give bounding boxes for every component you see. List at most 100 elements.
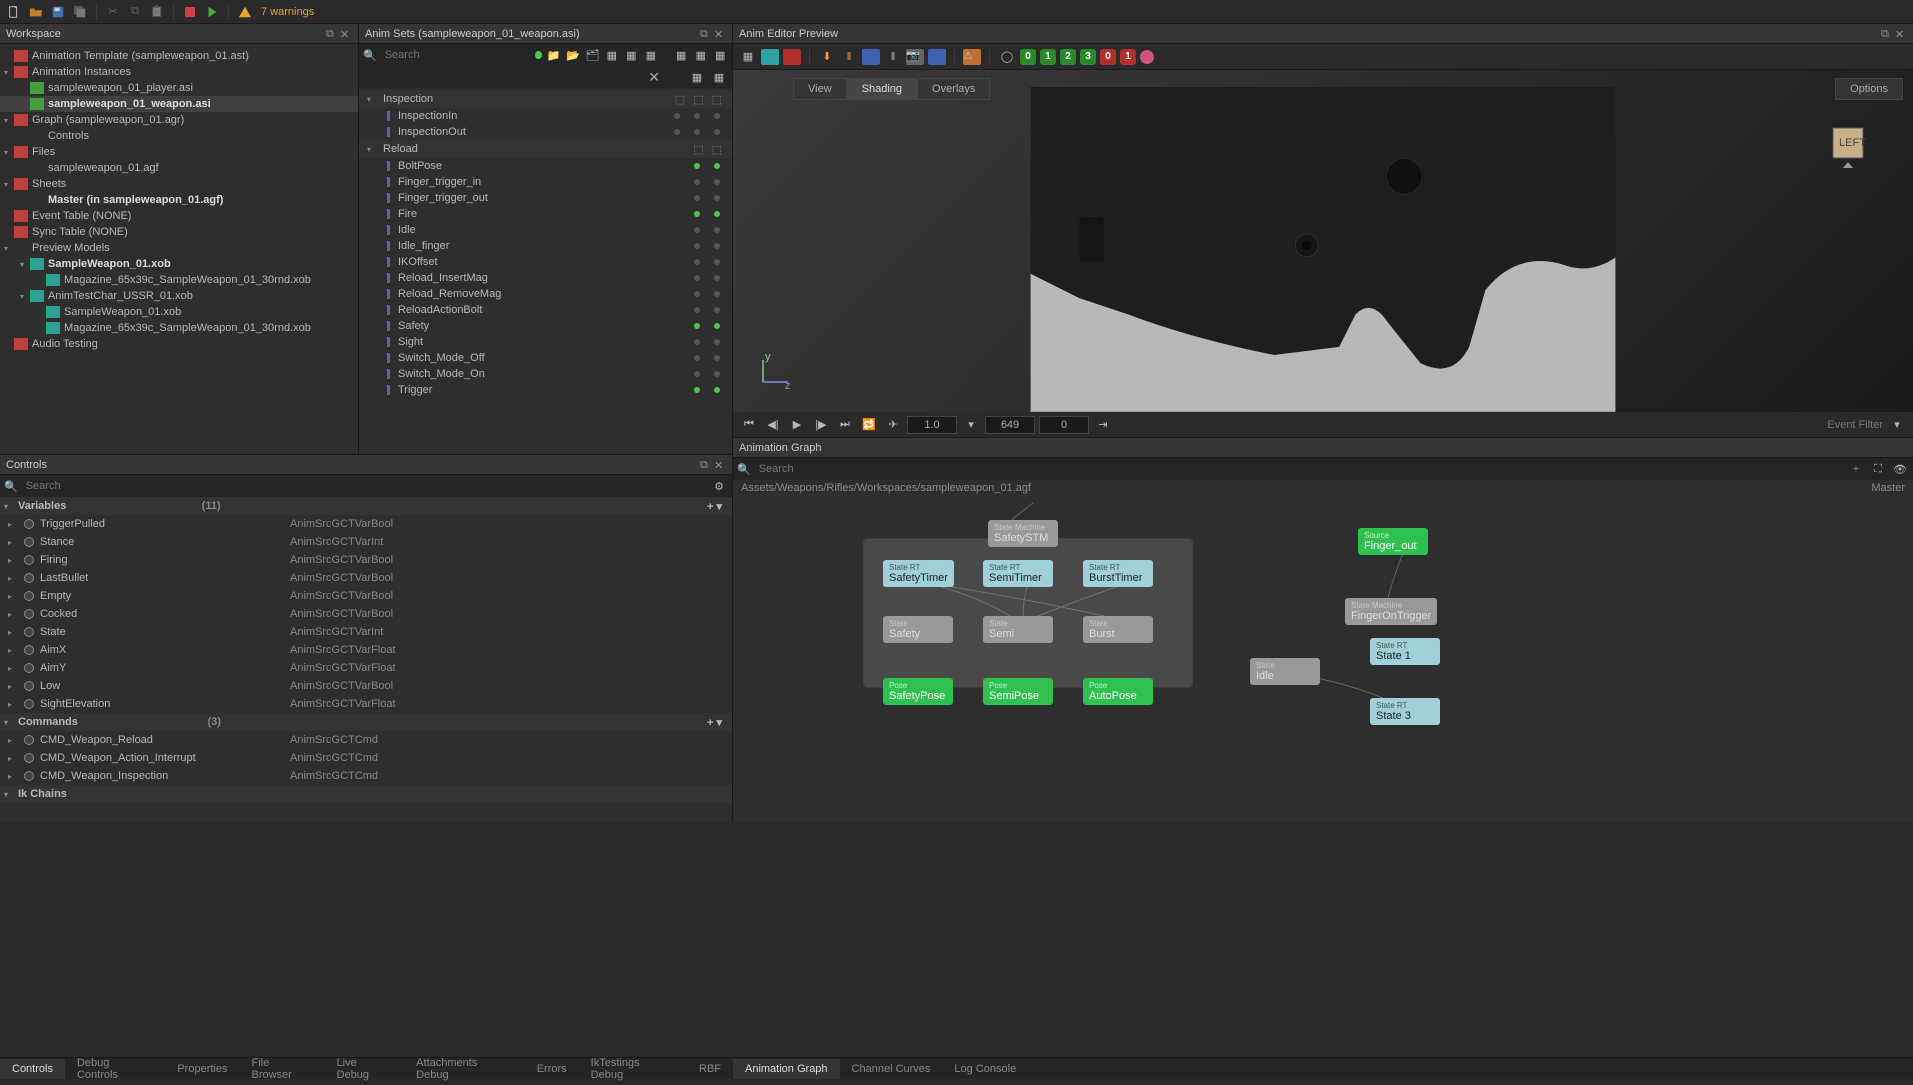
total-frames-field[interactable] xyxy=(985,416,1035,434)
undock-icon[interactable]: ⧉ xyxy=(700,459,712,471)
tree-item[interactable]: Sync Table (NONE) xyxy=(0,224,358,240)
node-rt-burst[interactable]: State RTBurstTimer xyxy=(1083,560,1153,587)
anim-item[interactable]: Idle_finger xyxy=(359,238,732,254)
warning-triangle-icon[interactable]: ⚠ xyxy=(963,49,981,65)
node-sm-finger[interactable]: State MachineFingerOnTrigger xyxy=(1345,598,1437,625)
tree-item[interactable]: Event Table (NONE) xyxy=(0,208,358,224)
view-cube[interactable]: LEFT xyxy=(1823,120,1873,170)
filter-dropdown-icon[interactable]: ▾ xyxy=(1887,416,1907,434)
bottom-tab[interactable]: IkTestings Debug xyxy=(579,1053,687,1085)
bottom-tab[interactable]: Log Console xyxy=(942,1059,1028,1079)
open-folder-icon[interactable] xyxy=(26,3,46,21)
anim-item[interactable]: Finger_trigger_out xyxy=(359,190,732,206)
event-filter-label[interactable]: Event Filter xyxy=(1827,419,1883,431)
variable-row[interactable]: ▸TriggerPulledAnimSrcGCTVarBool xyxy=(0,515,732,533)
tree-item[interactable]: ▾Preview Models xyxy=(0,240,358,256)
node-pose-auto[interactable]: PoseAutoPose xyxy=(1083,678,1153,705)
pause-icon[interactable]: ‖ xyxy=(884,48,902,66)
anim-group-header[interactable]: ▾Inspection⬚⬚⬚ xyxy=(359,90,732,108)
anim-item[interactable]: Sight xyxy=(359,334,732,350)
tree-item[interactable]: sampleweapon_01.agf xyxy=(0,160,358,176)
tree-item[interactable]: ▾Files xyxy=(0,144,358,160)
grid-5-icon[interactable]: ▦ xyxy=(693,46,709,64)
grid-3-icon[interactable]: ▦ xyxy=(643,46,659,64)
send-icon[interactable]: ✈ xyxy=(883,416,903,434)
bottom-tab[interactable]: Controls xyxy=(0,1059,65,1079)
save-all-icon[interactable] xyxy=(70,3,90,21)
close-icon[interactable]: ✕ xyxy=(714,28,726,40)
tree-item[interactable]: Animation Template (sampleweapon_01.ast) xyxy=(0,48,358,64)
anim-item[interactable]: Switch_Mode_On xyxy=(359,366,732,382)
caret-icon[interactable]: ‖ xyxy=(840,48,858,66)
close-icon[interactable]: ✕ xyxy=(714,459,726,471)
variable-row[interactable]: ▸LastBulletAnimSrcGCTVarBool xyxy=(0,569,732,587)
anim-item[interactable]: IKOffset xyxy=(359,254,732,270)
speed-field[interactable] xyxy=(907,416,957,434)
grid-6-icon[interactable]: ▦ xyxy=(712,46,728,64)
badge-0[interactable]: 0 xyxy=(1020,49,1036,65)
var-group-header[interactable]: ▾Variables(11)+ ▾ xyxy=(0,497,732,515)
badge-2[interactable]: 2 xyxy=(1060,49,1076,65)
add-node-icon[interactable]: + xyxy=(1847,460,1865,478)
node-src-finger[interactable]: SourceFinger_out xyxy=(1358,528,1428,555)
node-pose-safety[interactable]: PoseSafetyPose xyxy=(883,678,953,705)
undock-icon[interactable]: ⧉ xyxy=(326,28,338,40)
node-rt-semi[interactable]: State RTSemiTimer xyxy=(983,560,1053,587)
bottom-tab[interactable]: Errors xyxy=(525,1059,579,1079)
anim-item[interactable]: Reload_InsertMag xyxy=(359,270,732,286)
command-row[interactable]: ▸CMD_Weapon_InspectionAnimSrcGCTCmd xyxy=(0,767,732,785)
folder-alt-icon[interactable]: 🗂 xyxy=(585,46,601,64)
animsets-search-input[interactable] xyxy=(381,49,531,61)
play-button-icon[interactable]: ▶ xyxy=(787,416,807,434)
grid-icon[interactable]: ▦ xyxy=(739,48,757,66)
cursor-icon[interactable]: ⬇ xyxy=(818,48,836,66)
tool-red-icon[interactable] xyxy=(783,49,801,65)
node-rt-s3[interactable]: State RTState 3 xyxy=(1370,698,1440,725)
bottom-tab[interactable]: Live Debug xyxy=(325,1053,405,1085)
node-st-burst[interactable]: StateBurst xyxy=(1083,616,1153,643)
layout-2-icon[interactable]: ▦ xyxy=(710,68,728,86)
anim-item[interactable]: Reload_RemoveMag xyxy=(359,286,732,302)
variable-row[interactable]: ▸AimXAnimSrcGCTVarFloat xyxy=(0,641,732,659)
node-st-semi[interactable]: StateSemi xyxy=(983,616,1053,643)
skip-end-icon[interactable]: ⏭ xyxy=(835,416,855,434)
node-st-safety[interactable]: StateSafety xyxy=(883,616,953,643)
prev-frame-icon[interactable]: ◀| xyxy=(763,416,783,434)
grid-4-icon[interactable]: ▦ xyxy=(673,46,689,64)
close-icon[interactable]: ✕ xyxy=(1895,28,1907,40)
undock-icon[interactable]: ⧉ xyxy=(1881,28,1893,40)
variable-row[interactable]: ▸StanceAnimSrcGCTVarInt xyxy=(0,533,732,551)
fit-icon[interactable]: ⛶ xyxy=(1869,460,1887,478)
command-row[interactable]: ▸CMD_Weapon_ReloadAnimSrcGCTCmd xyxy=(0,731,732,749)
camera-icon[interactable]: 📷 xyxy=(906,49,924,65)
anim-item[interactable]: Safety xyxy=(359,318,732,334)
tool-cyan-icon[interactable] xyxy=(761,49,779,65)
speed-dropdown-icon[interactable]: ▾ xyxy=(961,416,981,434)
node-rt-safety[interactable]: State RTSafetyTimer xyxy=(883,560,954,587)
current-frame-field[interactable] xyxy=(1039,416,1089,434)
badge-3[interactable]: 3 xyxy=(1080,49,1096,65)
tree-item[interactable]: sampleweapon_01_player.asi xyxy=(0,80,358,96)
close-icon[interactable]: ✕ xyxy=(340,28,352,40)
paste-icon[interactable]: 📋 xyxy=(147,3,167,21)
badge-4[interactable]: 0 xyxy=(1100,49,1116,65)
tool-blue-icon[interactable] xyxy=(862,49,880,65)
3d-viewport[interactable]: View Shading Overlays Options y z xyxy=(733,70,1913,412)
eye-icon[interactable]: 👁 xyxy=(1891,460,1909,478)
undock-icon[interactable]: ⧉ xyxy=(700,28,712,40)
anim-item[interactable]: Idle xyxy=(359,222,732,238)
node-rt-s1[interactable]: State RTState 1 xyxy=(1370,638,1440,665)
gear-icon[interactable]: ⚙ xyxy=(710,477,728,495)
save-icon[interactable] xyxy=(48,3,68,21)
tree-item[interactable]: ▾Animation Instances xyxy=(0,64,358,80)
variable-row[interactable]: ▸LowAnimSrcGCTVarBool xyxy=(0,677,732,695)
new-file-icon[interactable] xyxy=(4,3,24,21)
tree-item[interactable]: Magazine_65x39c_SampleWeapon_01_30rnd.xo… xyxy=(0,272,358,288)
tree-item[interactable]: ▾Sheets xyxy=(0,176,358,192)
variable-row[interactable]: ▸CockedAnimSrcGCTVarBool xyxy=(0,605,732,623)
folder-icon[interactable]: 📁 xyxy=(546,46,562,64)
controls-search-input[interactable] xyxy=(22,480,706,492)
command-row[interactable]: ▸CMD_Weapon_Action_InterruptAnimSrcGCTCm… xyxy=(0,749,732,767)
loop-icon[interactable]: 🔁 xyxy=(859,416,879,434)
skip-start-icon[interactable]: ⏮ xyxy=(739,416,759,434)
